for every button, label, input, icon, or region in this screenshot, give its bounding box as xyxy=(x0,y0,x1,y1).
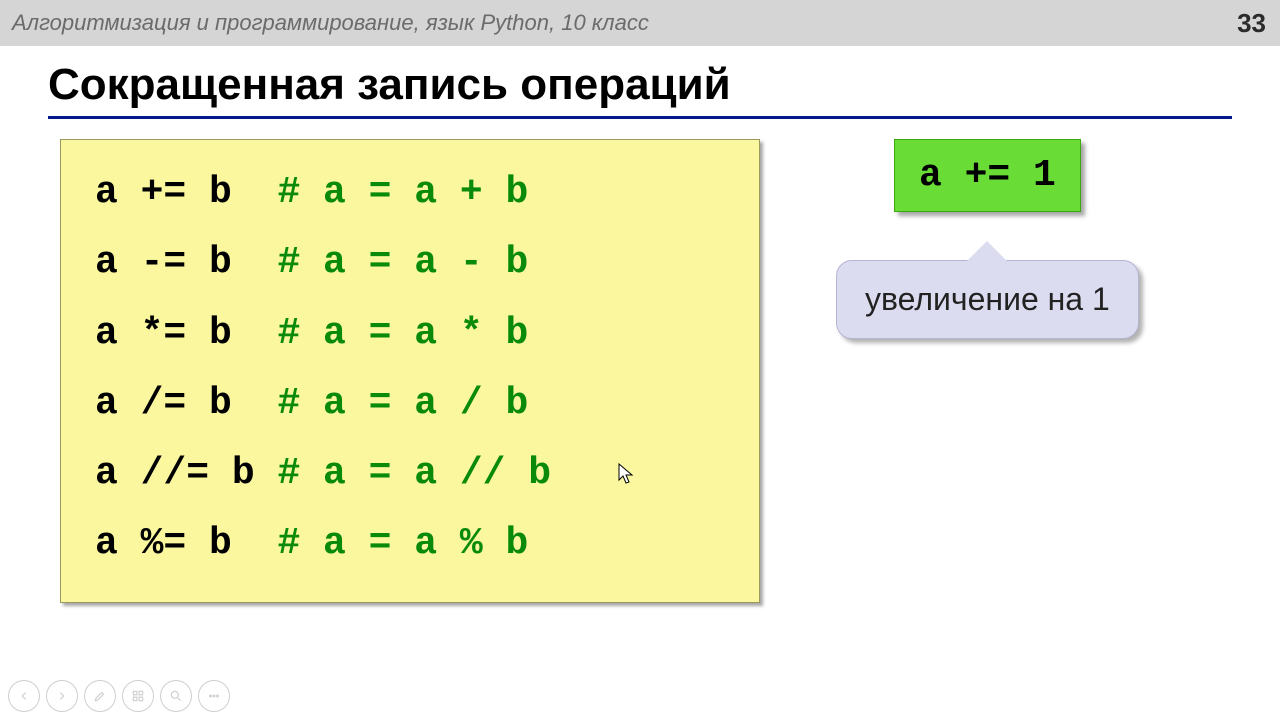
code-box: a += b # a = a + b a -= b # a = a - b a … xyxy=(60,139,760,603)
code-comment: # a = a / b xyxy=(277,382,528,425)
zoom-button[interactable] xyxy=(160,680,192,712)
next-button[interactable] xyxy=(46,680,78,712)
code-comment: # a = a // b xyxy=(277,452,551,495)
grid-button[interactable] xyxy=(122,680,154,712)
chevron-right-icon xyxy=(55,689,69,703)
code-line: a *= b # a = a * b xyxy=(95,299,725,369)
code-stmt: a //= b xyxy=(95,452,277,495)
code-stmt: a *= b xyxy=(95,312,277,355)
code-stmt: a += b xyxy=(95,171,277,214)
pen-button[interactable] xyxy=(84,680,116,712)
prev-button[interactable] xyxy=(8,680,40,712)
code-line: a %= b # a = a % b xyxy=(95,509,725,579)
increment-caption: увеличение на 1 xyxy=(836,260,1139,339)
more-icon xyxy=(207,689,221,703)
chevron-left-icon xyxy=(17,689,31,703)
increment-box: a += 1 xyxy=(894,139,1081,212)
code-stmt: a %= b xyxy=(95,522,277,565)
top-header-bar: Алгоритмизация и программирование, язык … xyxy=(0,0,1280,46)
code-comment: # a = a * b xyxy=(277,312,528,355)
slide-title: Сокращенная запись операций xyxy=(48,60,1280,110)
code-comment: # a = a + b xyxy=(277,171,528,214)
title-underline xyxy=(48,116,1232,119)
code-line: a /= b # a = a / b xyxy=(95,369,725,439)
code-stmt: a -= b xyxy=(95,241,277,284)
code-line: a -= b # a = a - b xyxy=(95,228,725,298)
right-column: a += 1 увеличение на 1 xyxy=(836,139,1139,339)
zoom-icon xyxy=(169,689,183,703)
page-number: 33 xyxy=(1237,8,1266,39)
code-stmt: a /= b xyxy=(95,382,277,425)
code-line: a //= b # a = a // b xyxy=(95,439,725,509)
pen-icon xyxy=(93,689,107,703)
code-comment: # a = a % b xyxy=(277,522,528,565)
more-button[interactable] xyxy=(198,680,230,712)
code-comment: # a = a - b xyxy=(277,241,528,284)
bottom-nav xyxy=(8,680,230,712)
code-line: a += b # a = a + b xyxy=(95,158,725,228)
subject-title: Алгоритмизация и программирование, язык … xyxy=(12,10,649,36)
grid-icon xyxy=(131,689,145,703)
content-row: a += b # a = a + b a -= b # a = a - b a … xyxy=(60,139,1280,603)
